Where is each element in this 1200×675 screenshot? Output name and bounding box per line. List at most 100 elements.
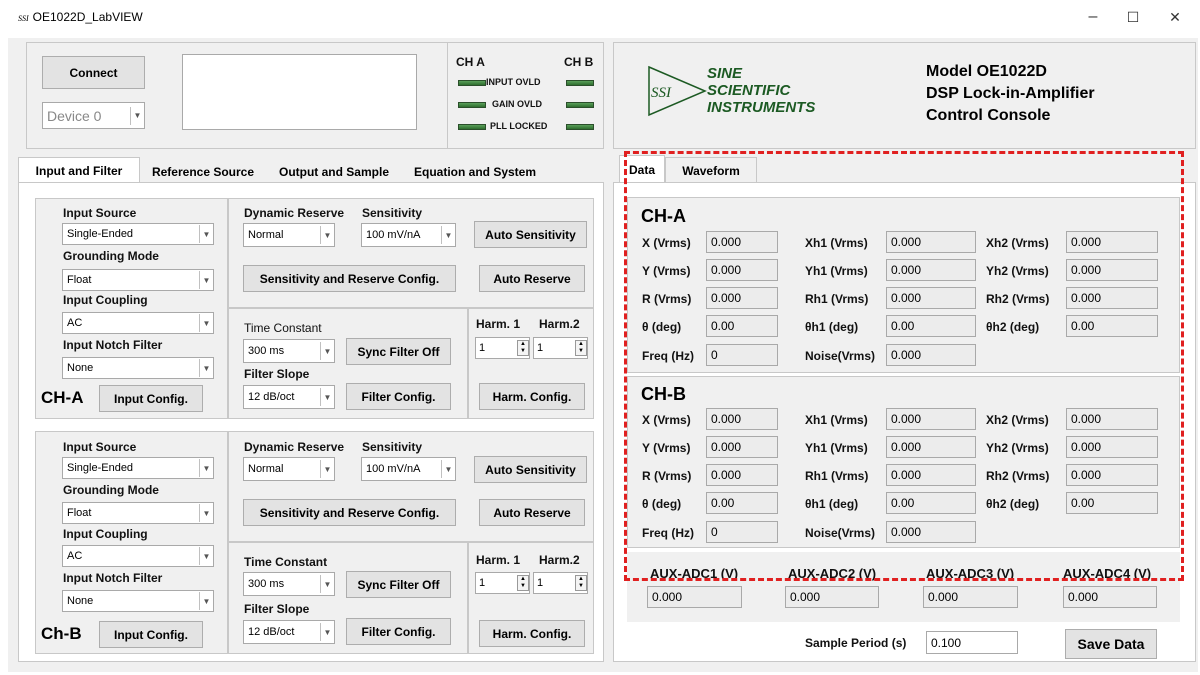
harm-config-button[interactable]: Harm. Config. (479, 620, 585, 647)
chevron-down-icon[interactable]: ▼ (199, 271, 213, 289)
chevron-down-icon[interactable]: ▼ (199, 504, 213, 522)
harm1-stepper[interactable]: 1 ▲ ▼ (475, 337, 530, 359)
sensitivity-select[interactable]: 100 mV/nA ▼ (361, 223, 456, 247)
harm2-stepper[interactable]: 1 ▲ ▼ (533, 572, 588, 594)
input-coupling-select[interactable]: AC ▼ (62, 545, 214, 567)
data-value-field[interactable]: 0.000 (706, 464, 778, 486)
data-value-field[interactable]: 0.00 (1066, 315, 1158, 337)
tab-equation-and-system[interactable]: Equation and System (402, 160, 548, 183)
data-value-field[interactable]: 0.000 (706, 408, 778, 430)
data-value-field[interactable]: 0.000 (1066, 408, 1158, 430)
chevron-down-icon[interactable]: ▼ (320, 460, 334, 478)
harm-config-button[interactable]: Harm. Config. (479, 383, 585, 410)
data-value-field[interactable]: 0.000 (886, 464, 976, 486)
spin-arrows-icon[interactable]: ▲ ▼ (517, 340, 529, 356)
data-value-field[interactable]: 0.000 (886, 287, 976, 309)
input-config-button[interactable]: Input Config. (99, 621, 203, 648)
filter-slope-select[interactable]: 12 dB/oct ▼ (243, 385, 335, 409)
harm2-stepper[interactable]: 1 ▲ ▼ (533, 337, 588, 359)
aux-adc-value-field[interactable]: 0.000 (785, 586, 879, 608)
filter-config-button[interactable]: Filter Config. (346, 383, 451, 410)
save-data-button[interactable]: Save Data (1065, 629, 1157, 659)
aux-adc-value-field[interactable]: 0.000 (1063, 586, 1157, 608)
tab-output-and-sample[interactable]: Output and Sample (266, 160, 402, 183)
input-coupling-select[interactable]: AC ▼ (62, 312, 214, 334)
data-value-field[interactable]: 0.000 (706, 259, 778, 281)
data-value-field[interactable]: 0.000 (706, 436, 778, 458)
chevron-down-icon[interactable]: ▼ (199, 547, 213, 565)
data-value-field[interactable]: 0.00 (1066, 492, 1158, 514)
device-select[interactable]: Device 0 ▼ (42, 102, 145, 129)
aux-adc-value-field[interactable]: 0.000 (923, 586, 1018, 608)
freq-value-field[interactable]: 0 (706, 521, 778, 543)
sync-filter-button[interactable]: Sync Filter Off (346, 571, 451, 598)
data-value-field[interactable]: 0.000 (886, 436, 976, 458)
chevron-down-icon[interactable]: ▼ (130, 106, 144, 125)
data-value-field[interactable]: 0.000 (1066, 436, 1158, 458)
harm1-stepper[interactable]: 1 ▲ ▼ (475, 572, 530, 594)
data-value-field[interactable]: 0.000 (1066, 464, 1158, 486)
chevron-down-icon[interactable]: ▼ (199, 592, 213, 610)
sync-filter-button[interactable]: Sync Filter Off (346, 338, 451, 365)
tab-waveform[interactable]: Waveform (665, 157, 757, 183)
data-value-field[interactable]: 0.000 (1066, 259, 1158, 281)
notch-filter-select[interactable]: None ▼ (62, 590, 214, 612)
sensitivity-select[interactable]: 100 mV/nA ▼ (361, 457, 456, 481)
auto-sensitivity-button[interactable]: Auto Sensitivity (474, 456, 587, 483)
noise-value-field[interactable]: 0.000 (886, 521, 976, 543)
auto-sensitivity-button[interactable]: Auto Sensitivity (474, 221, 587, 248)
data-value-field[interactable]: 0.00 (706, 492, 778, 514)
data-value-field[interactable]: 0.000 (1066, 287, 1158, 309)
sensitivity-reserve-config-button[interactable]: Sensitivity and Reserve Config. (243, 499, 456, 526)
tab-input-and-filter[interactable]: Input and Filter (18, 157, 140, 183)
data-value-field[interactable]: 0.000 (706, 287, 778, 309)
data-value-field[interactable]: 0.00 (886, 315, 976, 337)
freq-value-field[interactable]: 0 (706, 344, 778, 366)
sample-period-input[interactable]: 0.100 (926, 631, 1018, 654)
chevron-down-icon[interactable]: ▼ (199, 359, 213, 377)
chevron-down-icon[interactable]: ▼ (441, 460, 455, 478)
auto-reserve-button[interactable]: Auto Reserve (479, 499, 585, 526)
spin-arrows-icon[interactable]: ▲ ▼ (575, 575, 587, 591)
chevron-down-icon[interactable]: ▼ (199, 459, 213, 477)
time-constant-select[interactable]: 300 ms ▼ (243, 572, 335, 596)
chevron-down-icon[interactable]: ▼ (199, 314, 213, 332)
data-value-field[interactable]: 0.000 (1066, 231, 1158, 253)
chevron-down-icon[interactable]: ▼ (320, 575, 334, 593)
input-source-select[interactable]: Single-Ended ▼ (62, 457, 214, 479)
chevron-down-icon[interactable]: ▼ (320, 388, 334, 406)
tab-reference-source[interactable]: Reference Source (140, 160, 266, 183)
aux-adc-value-field[interactable]: 0.000 (647, 586, 742, 608)
auto-reserve-button[interactable]: Auto Reserve (479, 265, 585, 292)
spin-arrows-icon[interactable]: ▲ ▼ (575, 340, 587, 356)
notch-filter-select[interactable]: None ▼ (62, 357, 214, 379)
time-constant-select[interactable]: 300 ms ▼ (243, 339, 335, 363)
data-value-field[interactable]: 0.000 (886, 408, 976, 430)
data-value-field[interactable]: 0.000 (706, 231, 778, 253)
maximize-button[interactable]: ☐ (1118, 9, 1148, 26)
data-value-field[interactable]: 0.000 (886, 231, 976, 253)
dynamic-reserve-select[interactable]: Normal ▼ (243, 457, 335, 481)
minimize-button[interactable]: – (1078, 8, 1108, 26)
chevron-down-icon[interactable]: ▼ (320, 623, 334, 641)
input-config-button[interactable]: Input Config. (99, 385, 203, 412)
data-value-field[interactable]: 0.00 (706, 315, 778, 337)
noise-value-field[interactable]: 0.000 (886, 344, 976, 366)
chevron-down-icon[interactable]: ▼ (320, 226, 334, 244)
grounding-mode-select[interactable]: Float ▼ (62, 502, 214, 524)
chevron-down-icon[interactable]: ▼ (441, 226, 455, 244)
close-button[interactable]: ✕ (1160, 9, 1190, 26)
input-source-select[interactable]: Single-Ended ▼ (62, 223, 214, 245)
filter-config-button[interactable]: Filter Config. (346, 618, 451, 645)
data-value-field[interactable]: 0.000 (886, 259, 976, 281)
filter-slope-select[interactable]: 12 dB/oct ▼ (243, 620, 335, 644)
chevron-down-icon[interactable]: ▼ (320, 342, 334, 360)
dynamic-reserve-select[interactable]: Normal ▼ (243, 223, 335, 247)
grounding-mode-select[interactable]: Float ▼ (62, 269, 214, 291)
sensitivity-reserve-config-button[interactable]: Sensitivity and Reserve Config. (243, 265, 456, 292)
connect-button[interactable]: Connect (42, 56, 145, 89)
data-value-field[interactable]: 0.00 (886, 492, 976, 514)
tab-data[interactable]: Data (619, 155, 665, 183)
chevron-down-icon[interactable]: ▼ (199, 225, 213, 243)
spin-arrows-icon[interactable]: ▲ ▼ (517, 575, 529, 591)
